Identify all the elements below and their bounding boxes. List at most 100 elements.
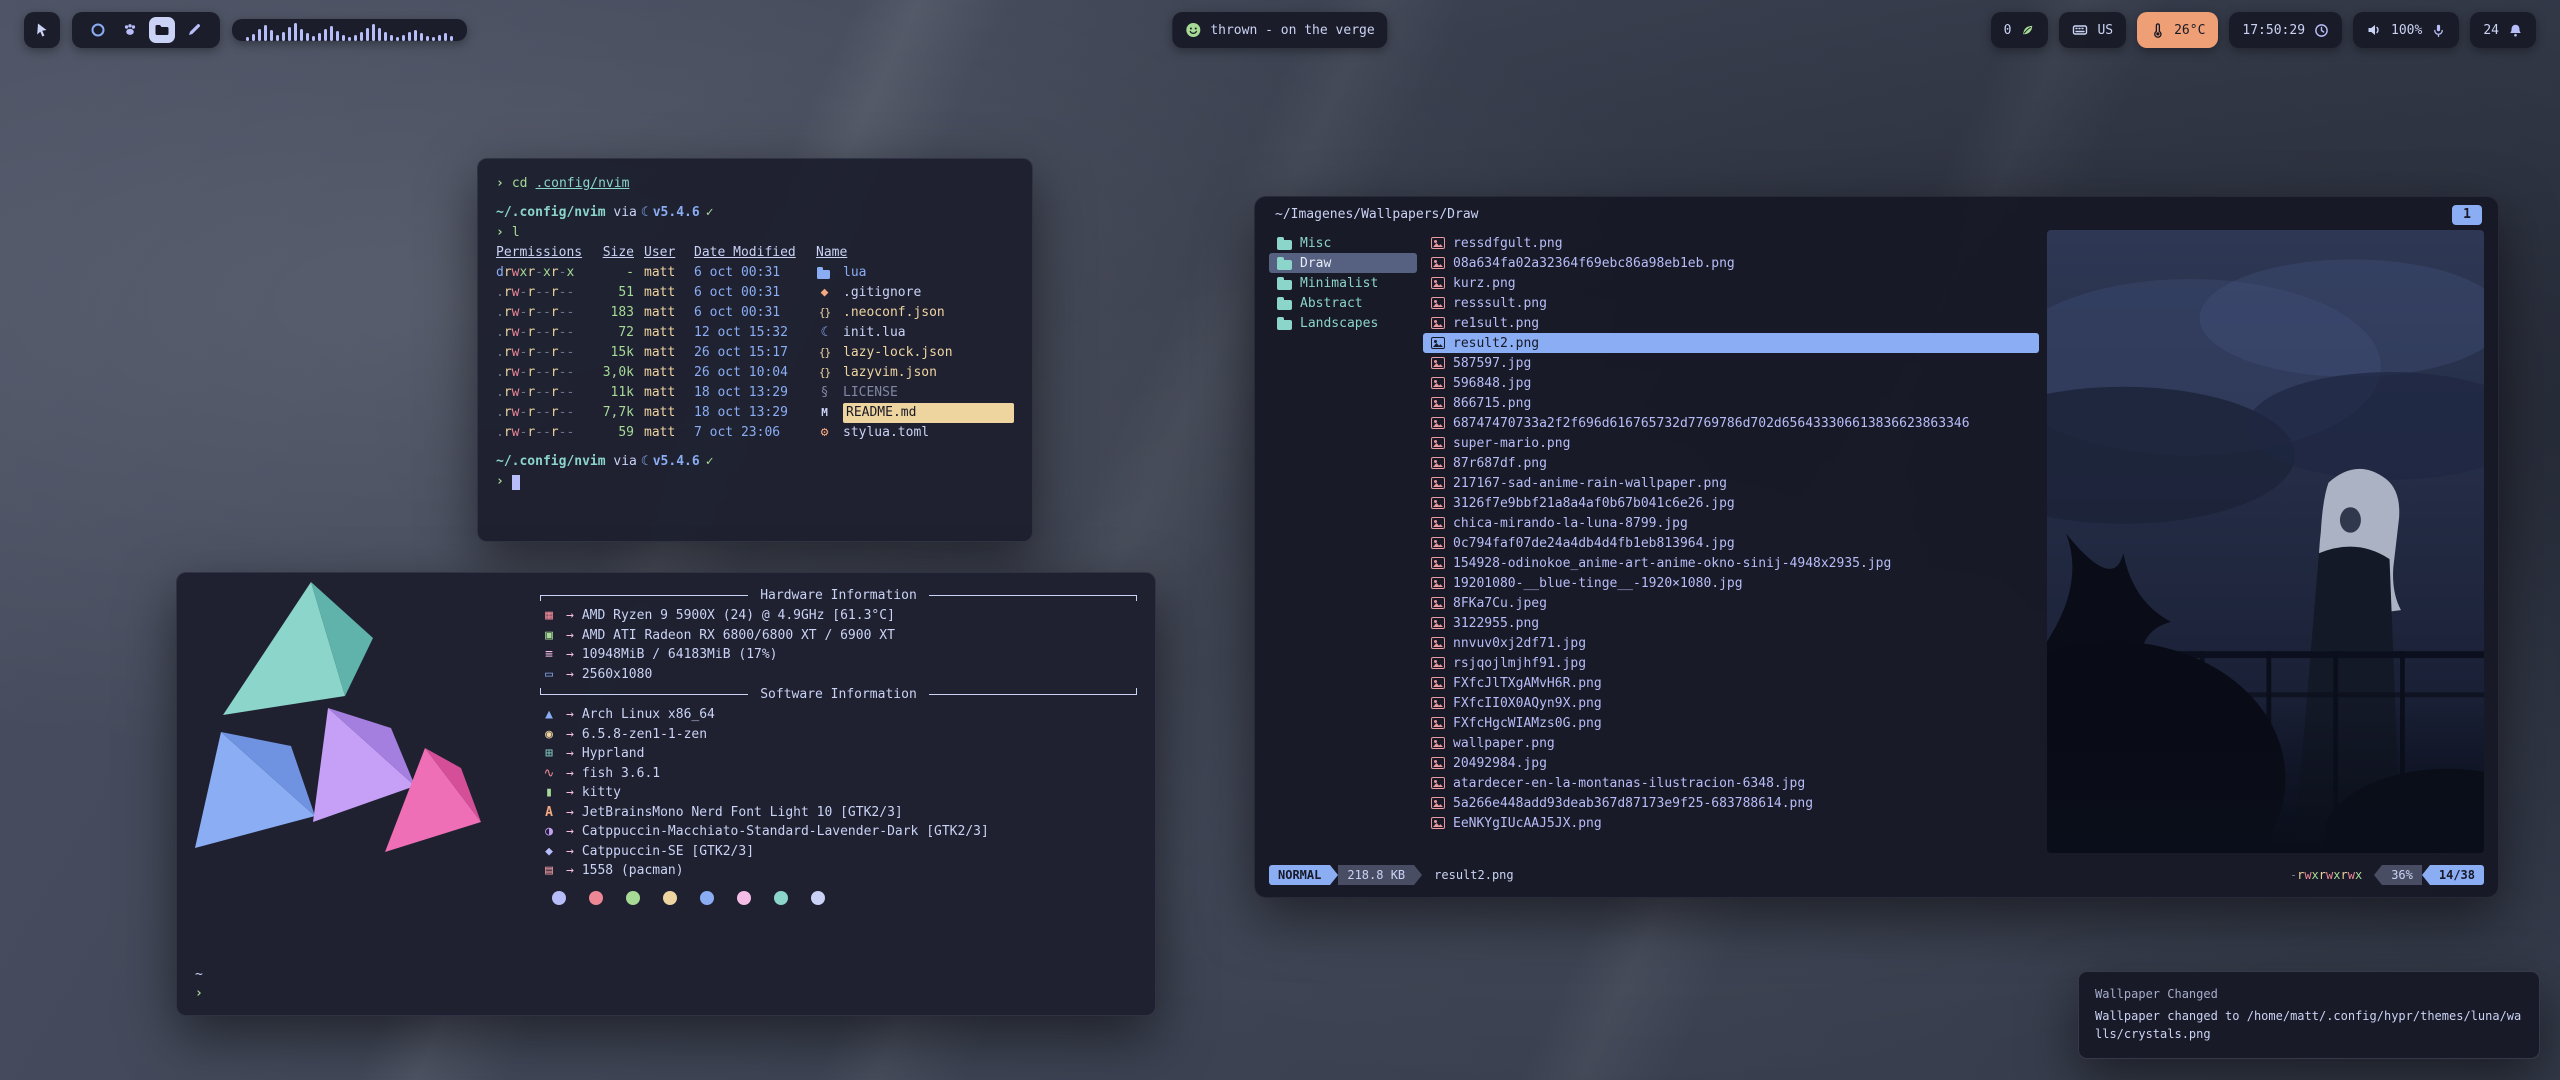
sidebar-dir-item[interactable]: Minimalist xyxy=(1269,273,1417,293)
folder-icon xyxy=(1277,277,1292,290)
file-list-item[interactable]: kurz.png xyxy=(1423,273,2039,293)
visualizer-bar xyxy=(372,24,375,41)
input-line[interactable]: › xyxy=(496,472,1014,492)
file-list-item[interactable]: 3126f7e9bbf21a8a4af0b67b041c6e26.jpg xyxy=(1423,493,2039,513)
visualizer-bar xyxy=(354,35,357,41)
file-list-item[interactable]: 866715.png xyxy=(1423,393,2039,413)
palette-dot xyxy=(589,891,603,905)
prompt-icon: › xyxy=(496,223,504,243)
temperature-indicator[interactable]: 26°C xyxy=(2137,12,2218,48)
software-section-header: Software Information xyxy=(540,684,1137,704)
file-name: FXfcHgcWIAMzs0G.png xyxy=(1453,716,1602,731)
file-manager-window[interactable]: ~/Imagenes/Wallpapers/Draw 1 Misc Draw M… xyxy=(1254,196,2499,898)
file-name: EeNKYgIUcAAJ5JX.png xyxy=(1453,816,1602,831)
visualizer-bar xyxy=(252,34,255,41)
sidebar-dir-item[interactable]: Misc xyxy=(1269,233,1417,253)
visualizer-bar xyxy=(396,37,399,41)
file-name: 596848.jpg xyxy=(1453,376,1531,391)
volume-indicator[interactable]: 100% xyxy=(2353,12,2459,48)
file-list-item[interactable]: FXfcJlTXgAMvH6R.png xyxy=(1423,673,2039,693)
workspace-button-files[interactable] xyxy=(149,17,175,43)
file-type-icon xyxy=(816,284,833,302)
file-list-item[interactable]: wallpaper.png xyxy=(1423,733,2039,753)
info-icon xyxy=(540,707,558,722)
file-list-item[interactable]: 19201080-__blue-tinge__-1920×1080.jpg xyxy=(1423,573,2039,593)
file-name: 19201080-__blue-tinge__-1920×1080.jpg xyxy=(1453,576,1743,591)
file-list-item[interactable]: nnvuv0xj2df71.jpg xyxy=(1423,633,2039,653)
notification-popup[interactable]: Wallpaper Changed Wallpaper changed to /… xyxy=(2078,971,2540,1059)
sidebar-dir-item[interactable]: Draw xyxy=(1269,253,1417,273)
sidebar-dir-item[interactable]: Abstract xyxy=(1269,293,1417,313)
terminal-window[interactable]: › cd .config/nvim ~/.config/nvim via☾v5.… xyxy=(477,158,1033,542)
visualizer-bar xyxy=(306,33,309,41)
visualizer-bar xyxy=(432,37,435,41)
file-type-icon xyxy=(816,364,833,382)
status-bar: NORMAL 218.8 KB result2.png -rwxrwxrwx 3… xyxy=(1269,865,2484,885)
file-list-item[interactable]: 5a266e448add93deab367d87173e9f25-6837886… xyxy=(1423,793,2039,813)
folder-icon xyxy=(1277,317,1292,330)
arch-crystal-logo xyxy=(193,575,493,905)
file-permissions: .rw-r--r-- xyxy=(496,283,586,303)
visualizer-bar xyxy=(438,35,441,41)
file-list-item[interactable]: super-mario.png xyxy=(1423,433,2039,453)
cursor-icon xyxy=(34,22,50,38)
updates-indicator[interactable]: 0 xyxy=(1991,12,2049,48)
fetch-window[interactable]: Hardware Information → AMD Ryzen 9 5900X… xyxy=(176,572,1156,1016)
notifications-indicator[interactable]: 24 xyxy=(2470,12,2536,48)
file-list-item[interactable]: ressdfgult.png xyxy=(1423,233,2039,253)
file-list-item[interactable]: 20492984.jpg xyxy=(1423,753,2039,773)
tab-badge[interactable]: 1 xyxy=(2452,205,2482,225)
palette-dot xyxy=(700,891,714,905)
info-icon xyxy=(540,628,558,643)
file-list-item[interactable]: 3122955.png xyxy=(1423,613,2039,633)
folder-icon xyxy=(1277,297,1292,310)
folder-icon xyxy=(1277,257,1292,270)
file-list-item[interactable]: result2.png xyxy=(1423,333,2039,353)
file-name: 5a266e448add93deab367d87173e9f25-6837886… xyxy=(1453,796,1813,811)
music-status[interactable]: thrown - on the verge xyxy=(1172,12,1387,48)
file-list-item[interactable]: 8FKa7Cu.jpeg xyxy=(1423,593,2039,613)
file-owner: matt xyxy=(644,423,684,443)
command: cd xyxy=(512,174,528,194)
leaf-icon xyxy=(2020,23,2035,38)
file-list-item[interactable]: atardecer-en-la-montanas-ilustracion-634… xyxy=(1423,773,2039,793)
visualizer-bar xyxy=(330,26,333,41)
fetch-info-line: → 1558 (pacman) xyxy=(540,861,1137,881)
file-list-item[interactable]: chica-mirando-la-luna-8799.jpg xyxy=(1423,513,2039,533)
clock-indicator[interactable]: 17:50:29 xyxy=(2229,12,2342,48)
keyboard-layout[interactable]: US xyxy=(2059,12,2126,48)
lua-version: v5.4.6 xyxy=(653,203,700,223)
sidebar-dir-item[interactable]: Landscapes xyxy=(1269,313,1417,333)
file-list-item[interactable]: 08a634fa02a32364f69ebc86a98eb1eb.png xyxy=(1423,253,2039,273)
file-list-item[interactable]: resssult.png xyxy=(1423,293,2039,313)
arrow-icon: → xyxy=(566,785,574,800)
image-icon xyxy=(1431,697,1445,709)
file-list-item[interactable]: EeNKYgIUcAAJ5JX.png xyxy=(1423,813,2039,833)
workspace-button-misc[interactable] xyxy=(117,17,143,43)
visualizer-bar xyxy=(348,37,351,41)
speaker-icon xyxy=(2366,22,2382,38)
check-icon: ✓ xyxy=(706,203,714,223)
current-directory: ~/.config/nvim xyxy=(496,203,606,223)
file-list-item[interactable]: re1sult.png xyxy=(1423,313,2039,333)
keyboard-icon xyxy=(2072,22,2088,38)
file-list-item[interactable]: 68747470733a2f2f696d616765732d7769786d70… xyxy=(1423,413,2039,433)
launcher-button[interactable] xyxy=(24,12,60,48)
visualizer-bar xyxy=(414,30,417,41)
image-icon xyxy=(1431,257,1445,269)
file-list-item[interactable]: FXfcHgcWIAMzs0G.png xyxy=(1423,713,2039,733)
file-list-item[interactable]: 596848.jpg xyxy=(1423,373,2039,393)
bell-icon xyxy=(2508,23,2523,38)
file-list-item[interactable]: rsjqojlmjhf91.jpg xyxy=(1423,653,2039,673)
visualizer-bar xyxy=(342,35,345,41)
file-list-item[interactable]: 0c794faf07de24a4db4d4fb1eb813964.jpg xyxy=(1423,533,2039,553)
file-list-item[interactable]: FXfcII0X0AQyn9X.png xyxy=(1423,693,2039,713)
notification-body: Wallpaper changed to /home/matt/.config/… xyxy=(2095,1007,2523,1043)
file-list-item[interactable]: 587597.jpg xyxy=(1423,353,2039,373)
file-list-item[interactable]: 154928-odinokoe_anime-art-anime-okno-sin… xyxy=(1423,553,2039,573)
workspace-button-draw[interactable] xyxy=(181,17,207,43)
file-name: resssult.png xyxy=(1453,296,1547,311)
file-list-item[interactable]: 217167-sad-anime-rain-wallpaper.png xyxy=(1423,473,2039,493)
workspace-button-browser[interactable] xyxy=(85,17,111,43)
file-list-item[interactable]: 87r687df.png xyxy=(1423,453,2039,473)
